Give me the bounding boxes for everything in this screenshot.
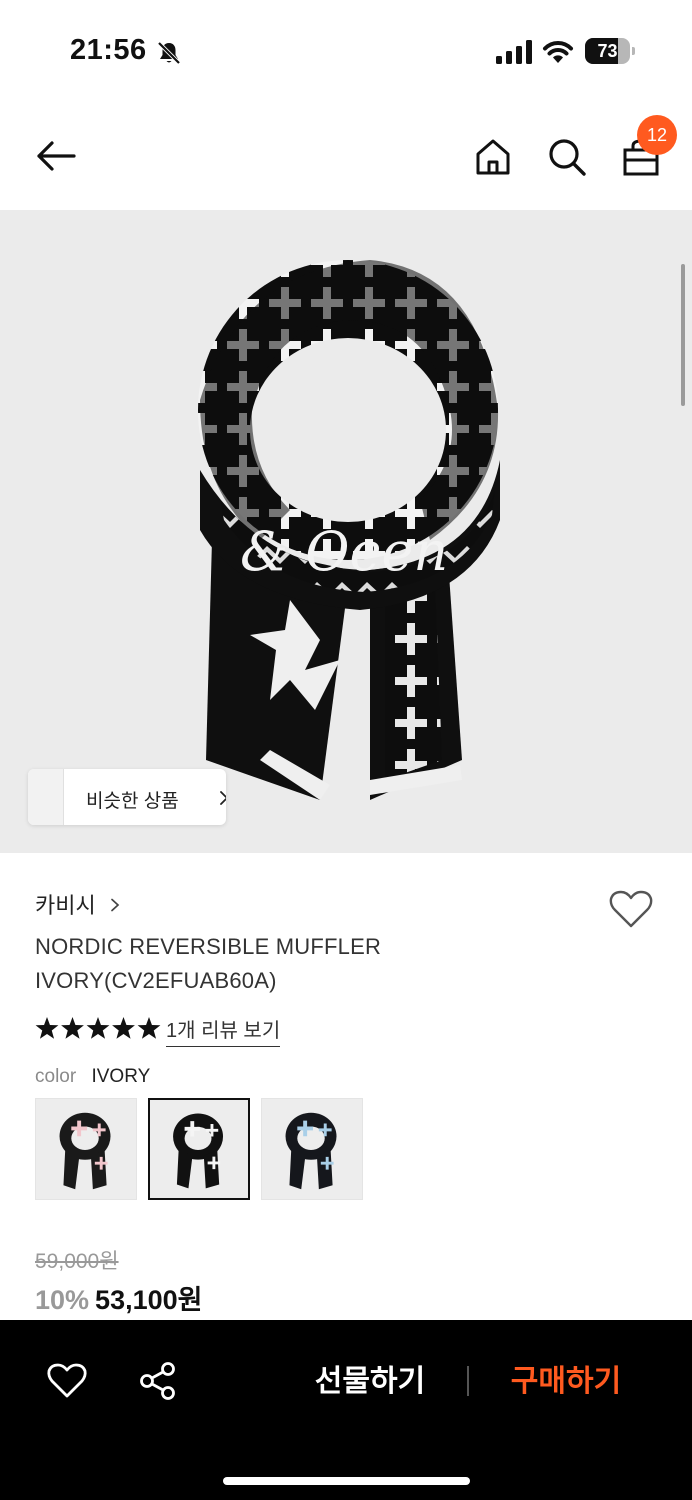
- product-title: NORDIC REVERSIBLE MUFFLER IVORY(CV2EFUAB…: [35, 934, 382, 993]
- product-image: & Oeen: [198, 260, 500, 800]
- price-row: 10% 53,100원: [35, 1278, 202, 1317]
- home-indicator[interactable]: [223, 1477, 470, 1485]
- chevron-right-icon: [111, 898, 120, 912]
- battery-level: 73: [597, 41, 618, 61]
- heart-icon[interactable]: [46, 1360, 88, 1402]
- similar-products-label: 비슷한 상품: [86, 791, 179, 812]
- buy-button[interactable]: 구매하기: [496, 1360, 636, 1404]
- status-time: 21:56: [70, 34, 147, 66]
- color-key: color: [35, 1066, 77, 1087]
- back-arrow-icon[interactable]: [34, 138, 78, 174]
- similar-products-thumbnail: [28, 769, 64, 825]
- bell-off-icon: [157, 41, 181, 65]
- star-icon: [35, 1017, 59, 1039]
- star-icon: [112, 1017, 135, 1039]
- original-price: 59,000원: [35, 1250, 119, 1273]
- divider: [467, 1366, 469, 1396]
- chevron-right-icon: [220, 791, 226, 805]
- brand-name: 카비시: [35, 893, 96, 918]
- battery-indicator: 73: [585, 38, 635, 64]
- gift-button[interactable]: 선물하기: [300, 1360, 440, 1404]
- color-swatch-pink[interactable]: [35, 1098, 137, 1200]
- cart-count-badge: 12: [637, 115, 677, 155]
- color-swatch-sky-blue[interactable]: [261, 1098, 363, 1200]
- scroll-indicator[interactable]: [681, 264, 685, 406]
- search-icon[interactable]: [547, 137, 587, 177]
- top-nav: [0, 100, 692, 210]
- sale-price: 53,100원: [95, 1285, 203, 1315]
- share-icon[interactable]: [137, 1360, 179, 1402]
- heart-icon[interactable]: [608, 888, 654, 930]
- color-swatch-ivory[interactable]: [148, 1098, 250, 1200]
- review-link[interactable]: 1개 리뷰 보기: [166, 1014, 281, 1047]
- star-icon: [86, 1017, 110, 1039]
- discount-rate: 10%: [35, 1285, 90, 1315]
- home-icon[interactable]: [474, 138, 512, 176]
- svg-text:& Oeen: & Oeen: [240, 520, 448, 583]
- star-icon: [61, 1017, 84, 1039]
- brand-link[interactable]: 카비시: [35, 888, 120, 920]
- signal-icon: [496, 40, 532, 64]
- similar-products-button[interactable]: 비슷한 상품: [28, 769, 226, 825]
- star-rating: [35, 1017, 161, 1039]
- product-image-gallery[interactable]: & Oeen 비슷한 상품: [0, 210, 692, 853]
- star-icon: [137, 1017, 161, 1039]
- bottom-action-bar: 선물하기 구매하기: [0, 1320, 692, 1500]
- color-value: IVORY: [91, 1066, 151, 1087]
- status-bar: 21:56 73: [0, 0, 692, 100]
- color-option-label: color IVORY: [35, 1066, 150, 1088]
- wifi-icon: [543, 41, 573, 63]
